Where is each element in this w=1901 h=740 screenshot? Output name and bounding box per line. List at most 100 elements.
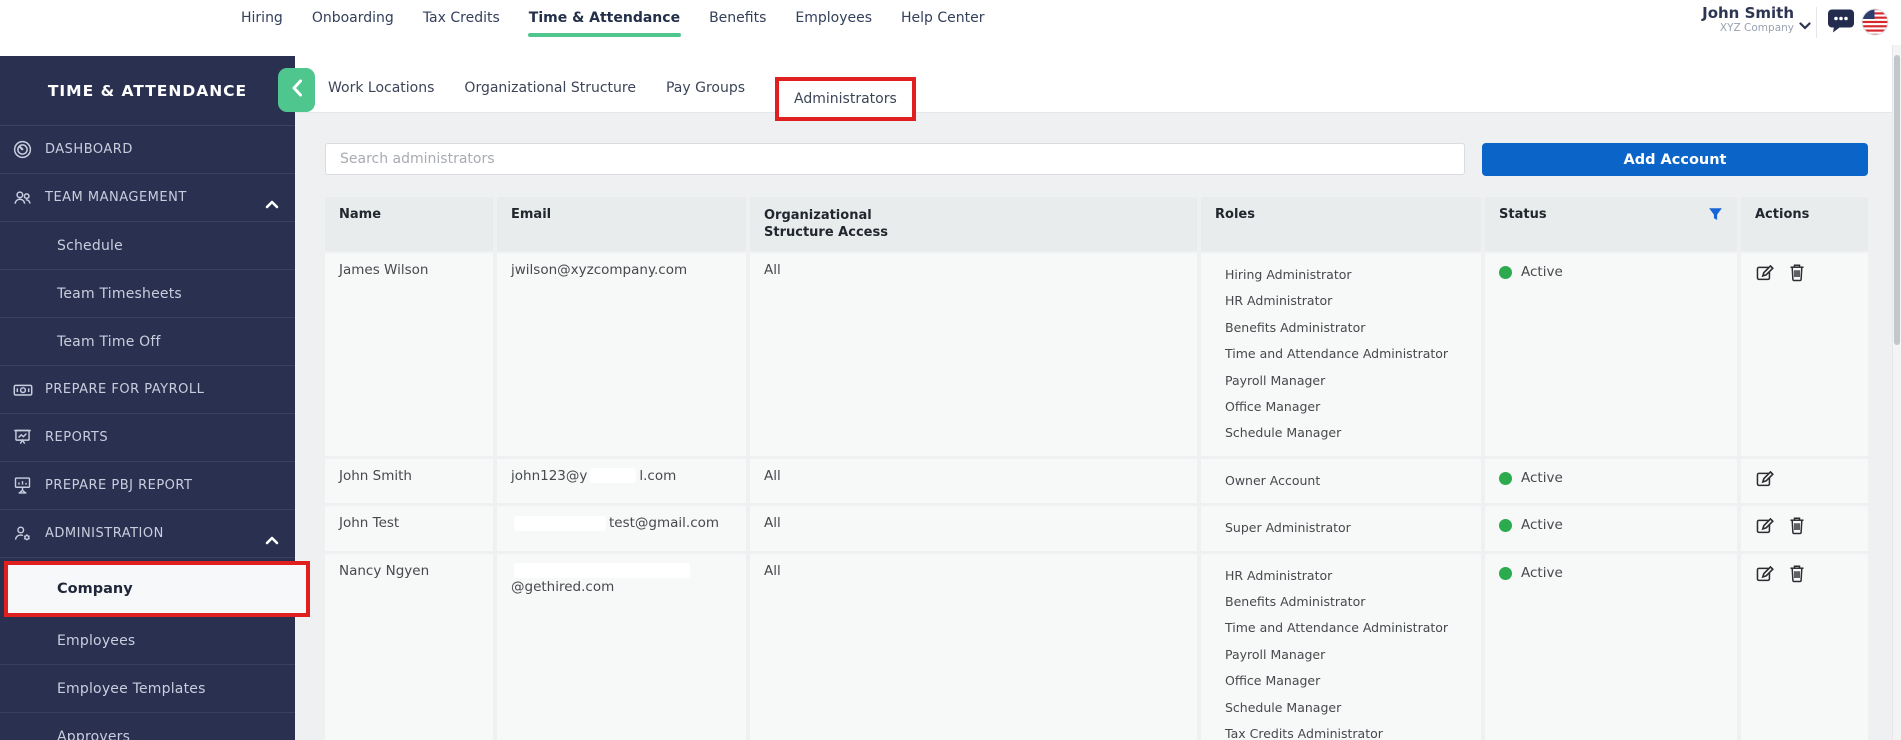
page-scrollbar[interactable] — [1892, 45, 1901, 740]
sidebar-item-employees[interactable]: Employees — [0, 617, 295, 665]
main-area: Work Locations Organizational Structure Pa… — [295, 45, 1901, 740]
role-item: Payroll Manager — [1225, 368, 1467, 394]
role-item: Benefits Administrator — [1225, 315, 1467, 341]
us-flag-icon[interactable] — [1861, 8, 1889, 40]
column-header-label: Actions — [1755, 207, 1809, 222]
column-header-email: Email — [497, 197, 746, 251]
sidebar-item-employee-templates[interactable]: Employee Templates — [0, 665, 295, 713]
nav-item-hiring[interactable]: Hiring — [240, 6, 284, 30]
cell-org-access: All — [750, 459, 1197, 503]
cell-name: John Test — [325, 506, 493, 550]
sidebar-item-team-time-off[interactable]: Team Time Off — [0, 318, 295, 366]
roles-list: Hiring AdministratorHR AdministratorBene… — [1225, 262, 1467, 447]
sidebar-item-label: TEAM MANAGEMENT — [45, 190, 187, 205]
roles-list: Super Administrator — [1225, 515, 1467, 541]
sidebar-collapse-button[interactable] — [278, 68, 315, 112]
sidebar-item-label: Schedule — [57, 238, 123, 254]
sidebar-item-label: Employee Templates — [57, 681, 206, 697]
cell-email: jwilson@xyzcompany.com — [497, 253, 746, 456]
caret-up-icon[interactable] — [265, 194, 279, 213]
roles-list: Owner Account — [1225, 468, 1467, 494]
team-icon — [12, 187, 34, 208]
add-account-button[interactable]: Add Account — [1482, 143, 1868, 176]
status-label: Active — [1521, 517, 1563, 533]
app-root: Hiring Onboarding Tax Credits Time & Attend… — [0, 0, 1901, 740]
filter-funnel-icon[interactable] — [1708, 207, 1723, 226]
sidebar-item-label: ADMINISTRATION — [45, 526, 164, 541]
edit-icon[interactable] — [1755, 564, 1774, 583]
sidebar-item-prepare-pbj-report[interactable]: PREPARE PBJ REPORT — [0, 462, 295, 510]
nav-item-onboarding[interactable]: Onboarding — [311, 6, 395, 30]
sidebar-item-schedule[interactable]: Schedule — [0, 222, 295, 270]
status-active-dot — [1499, 519, 1512, 532]
chat-icon[interactable] — [1827, 8, 1856, 40]
email-text: @gethired.com — [511, 579, 614, 595]
role-item: Office Manager — [1225, 668, 1467, 694]
status-label: Active — [1521, 264, 1563, 280]
table-row: John Smithjohn123@yl.comAllOwner Account… — [325, 459, 1868, 503]
delete-icon[interactable] — [1789, 516, 1808, 535]
edit-icon[interactable] — [1755, 516, 1774, 535]
status-label: Active — [1521, 470, 1563, 486]
reports-icon — [12, 427, 34, 448]
scrollbar-thumb[interactable] — [1894, 55, 1900, 345]
column-header-label: Status — [1499, 207, 1547, 222]
sidebar-item-label: Approvers — [57, 729, 130, 740]
delete-icon[interactable] — [1789, 564, 1808, 583]
cell-actions — [1741, 554, 1868, 740]
edit-icon[interactable] — [1755, 263, 1774, 282]
cell-status: Active — [1485, 459, 1737, 503]
delete-icon[interactable] — [1789, 263, 1808, 282]
section-tabs: Work Locations Organizational Structure Pa… — [295, 45, 1901, 113]
account-menu[interactable]: John Smith XYZ Company — [1678, 4, 1794, 34]
sidebar-item-team-timesheets[interactable]: Team Timesheets — [0, 270, 295, 318]
search-input[interactable] — [325, 143, 1465, 175]
nav-item-employees[interactable]: Employees — [794, 6, 873, 30]
role-item: Time and Attendance Administrator — [1225, 341, 1467, 367]
sidebar: TIME & ATTENDANCE DASHBOARDTEAM MANAGEME… — [0, 56, 295, 740]
email-text: test@gmail.com — [609, 515, 719, 531]
status-active-dot — [1499, 266, 1512, 279]
header-divider — [1816, 7, 1817, 38]
edit-icon[interactable] — [1755, 469, 1774, 488]
role-item: Hiring Administrator — [1225, 262, 1467, 288]
role-item: Super Administrator — [1225, 515, 1467, 541]
sidebar-item-prepare-for-payroll[interactable]: PREPARE FOR PAYROLL — [0, 366, 295, 414]
column-header-roles: Roles — [1201, 197, 1481, 251]
tab-pay-groups[interactable]: Pay Groups — [666, 80, 745, 112]
sidebar-item-label: Employees — [57, 633, 135, 649]
table-row: John Testtest@gmail.comAllSuper Administ… — [325, 506, 1868, 550]
email-text: l.com — [639, 468, 676, 484]
column-header-label: Email — [511, 207, 551, 222]
column-header-label: Roles — [1215, 207, 1255, 222]
nav-item-help-center[interactable]: Help Center — [900, 6, 986, 30]
sidebar-item-dashboard[interactable]: DASHBOARD — [0, 126, 295, 174]
caret-up-icon[interactable] — [265, 530, 279, 549]
role-item: Time and Attendance Administrator — [1225, 615, 1467, 641]
sidebar-item-approvers[interactable]: Approvers — [0, 713, 295, 740]
roles-list: HR AdministratorBenefits AdministratorTi… — [1225, 563, 1467, 740]
administration-icon — [12, 523, 34, 544]
column-header-actions: Actions — [1741, 197, 1868, 251]
nav-item-tax-credits[interactable]: Tax Credits — [422, 6, 501, 30]
cell-org-access: All — [750, 253, 1197, 456]
sidebar-item-reports[interactable]: REPORTS — [0, 414, 295, 462]
chevron-down-icon[interactable] — [1799, 15, 1811, 34]
sidebar-item-label: Company — [57, 581, 133, 597]
cell-name: John Smith — [325, 459, 493, 503]
sidebar-item-team-management[interactable]: TEAM MANAGEMENT — [0, 174, 295, 222]
tab-work-locations[interactable]: Work Locations — [328, 80, 434, 112]
sidebar-item-label: DASHBOARD — [45, 142, 133, 157]
tab-administrators[interactable]: Administrators — [775, 77, 916, 121]
cell-name: James Wilson — [325, 253, 493, 456]
role-item: Owner Account — [1225, 468, 1467, 494]
tab-organizational-structure[interactable]: Organizational Structure — [464, 80, 636, 112]
sidebar-item-company-annotated[interactable]: Company — [0, 561, 295, 617]
column-header-name: Name — [325, 197, 493, 251]
sidebar-item-administration[interactable]: ADMINISTRATION — [0, 510, 295, 558]
nav-item-time-attendance[interactable]: Time & Attendance — [528, 6, 681, 30]
role-item: Schedule Manager — [1225, 695, 1467, 721]
role-item: Benefits Administrator — [1225, 589, 1467, 615]
nav-item-benefits[interactable]: Benefits — [708, 6, 767, 30]
role-item: Schedule Manager — [1225, 420, 1467, 446]
